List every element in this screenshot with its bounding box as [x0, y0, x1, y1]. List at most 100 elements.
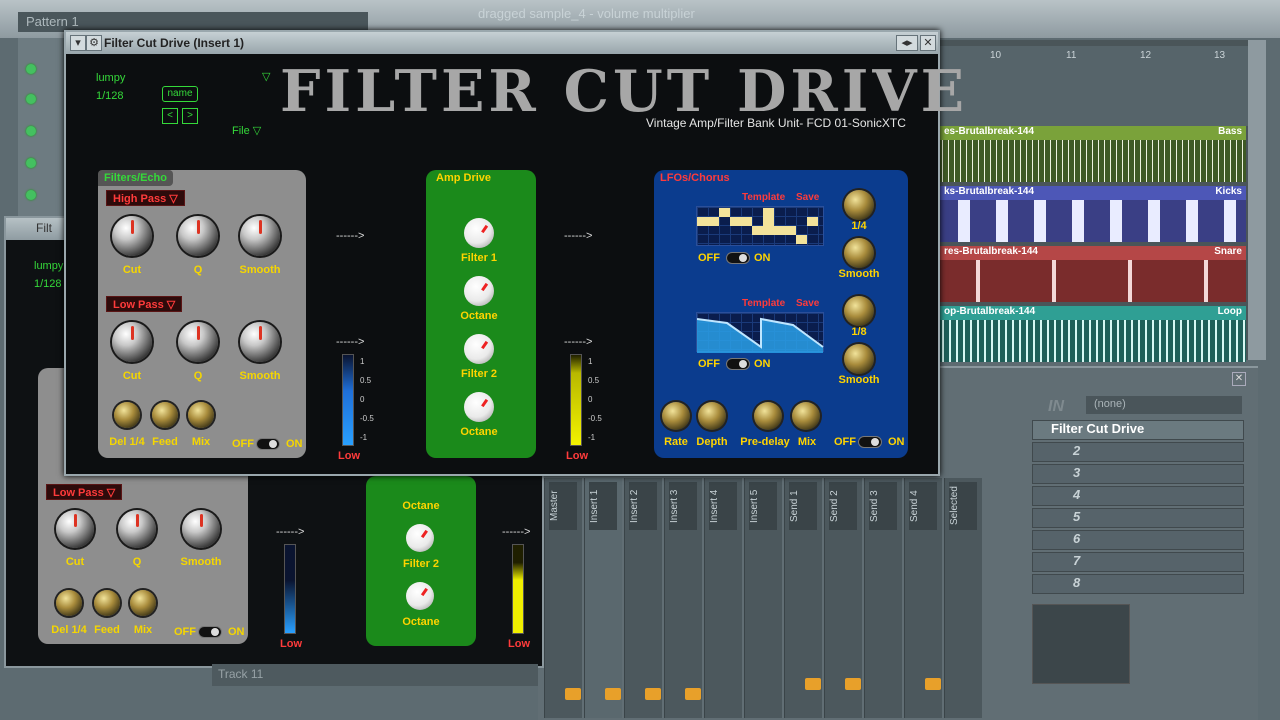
octane2-knob[interactable] — [464, 392, 494, 422]
playlist-track[interactable]: ks-Brutalbreak-144 Kicks — [940, 186, 1246, 242]
mixer-strip[interactable]: Master — [544, 478, 582, 718]
channel-led[interactable] — [26, 190, 36, 200]
channel-led[interactable] — [26, 94, 36, 104]
playlist-track[interactable]: op-Brutalbreak-144 Loop — [940, 306, 1246, 362]
insert-slot[interactable]: 6 — [1032, 530, 1244, 550]
lfo1-smooth-knob[interactable] — [844, 238, 874, 268]
name-button[interactable]: name — [162, 86, 198, 102]
hp-cut-knob[interactable] — [112, 216, 152, 256]
playlist-track[interactable]: es-Brutalbreak-144 Bass — [940, 126, 1246, 182]
back-smooth-knob[interactable] — [182, 510, 220, 548]
insert-slot[interactable]: 2 — [1032, 442, 1244, 462]
mix-knob[interactable] — [188, 402, 214, 428]
feed-knob[interactable] — [152, 402, 178, 428]
filter2-knob[interactable] — [464, 334, 494, 364]
close-icon[interactable]: ✕ — [920, 35, 936, 51]
mixer-strip[interactable]: Insert 1 — [584, 478, 622, 718]
prev-preset-button[interactable]: < — [162, 108, 178, 124]
playlist-scrollbar[interactable] — [1248, 40, 1266, 360]
chorus-predelay-knob[interactable] — [754, 402, 782, 430]
next-preset-button[interactable]: > — [182, 108, 198, 124]
back-lowpass-select[interactable]: Low Pass ▽ — [46, 484, 123, 500]
back-delay-knob[interactable] — [56, 590, 82, 616]
back-octane2-knob[interactable] — [406, 582, 434, 610]
hp-q-knob[interactable] — [178, 216, 218, 256]
lp-smooth-knob[interactable] — [240, 322, 280, 362]
signal-arrow: ------> — [336, 336, 365, 348]
back-echo-toggle[interactable] — [198, 626, 222, 638]
insert-slot[interactable]: 7 — [1032, 552, 1244, 572]
plugin-icon[interactable]: ⚙ — [86, 35, 102, 51]
insert-slot-1[interactable]: Filter Cut Drive — [1032, 420, 1244, 440]
delay-knob[interactable] — [114, 402, 140, 428]
lfo2-smooth-knob[interactable] — [844, 344, 874, 374]
back-filter2-label: Filter 2 — [402, 558, 440, 570]
lfo1-save-button[interactable]: Save — [796, 192, 819, 203]
chorus-rate-knob[interactable] — [662, 402, 690, 430]
ruler-mark: 12 — [1140, 50, 1152, 61]
file-menu[interactable]: File ▽ — [232, 124, 261, 137]
insert-slot[interactable]: 5 — [1032, 508, 1244, 528]
lowpass-select[interactable]: Low Pass ▽ — [106, 296, 183, 312]
hp-cut-label: Cut — [122, 264, 142, 276]
chorus-mix-knob[interactable] — [792, 402, 820, 430]
mixer-strip[interactable]: Send 2 — [824, 478, 862, 718]
hp-smooth-knob[interactable] — [240, 216, 280, 256]
lfo2-waveform — [697, 317, 824, 353]
mixer-strip[interactable]: Selected — [944, 478, 982, 718]
close-icon[interactable]: ✕ — [1232, 372, 1246, 386]
insert-slot[interactable]: 8 — [1032, 574, 1244, 594]
lfo2-save-button[interactable]: Save — [796, 298, 819, 309]
eq-graph[interactable] — [1032, 604, 1130, 684]
lfo2-template-button[interactable]: Template — [742, 298, 785, 309]
octane1-knob[interactable] — [464, 276, 494, 306]
window-menu-icon[interactable]: ▾ — [70, 35, 86, 51]
lfo1-step-grid[interactable] — [696, 206, 824, 246]
mixer-strip[interactable]: Insert 5 — [744, 478, 782, 718]
clip-tag: Snare — [1214, 246, 1242, 257]
chorus-toggle[interactable] — [858, 436, 882, 448]
ruler-mark: 11 — [1066, 50, 1077, 61]
mixer-strip[interactable]: Send 1 — [784, 478, 822, 718]
meter-low-label: Low — [338, 450, 360, 462]
filter1-knob[interactable] — [464, 218, 494, 248]
back-mix-knob[interactable] — [130, 590, 156, 616]
channel-led[interactable] — [26, 64, 36, 74]
playlist-track[interactable]: res-Brutalbreak-144 Snare — [940, 246, 1246, 302]
lfo1-rate-knob[interactable] — [844, 190, 874, 220]
mixer-strip[interactable]: Insert 2 — [624, 478, 662, 718]
lp-q-knob[interactable] — [178, 322, 218, 362]
arrows-icon[interactable]: ◂▸ — [896, 35, 918, 51]
lfo1-template-button[interactable]: Template — [742, 192, 785, 203]
mixer-strip[interactable]: Send 3 — [864, 478, 902, 718]
back-cut-knob[interactable] — [56, 510, 94, 548]
lfo2-toggle[interactable] — [726, 358, 750, 370]
channel-led[interactable] — [26, 126, 36, 136]
back-filter2-knob[interactable] — [406, 524, 434, 552]
insert-slot[interactable]: 3 — [1032, 464, 1244, 484]
pattern-selector[interactable]: Pattern 1 — [18, 12, 368, 32]
lp-smooth-label: Smooth — [239, 370, 281, 382]
back-feed-knob[interactable] — [94, 590, 120, 616]
clip-name: ks-Brutalbreak-144 — [944, 186, 1035, 197]
window-titlebar[interactable]: ▾ ⚙ Filter Cut Drive (Insert 1) ◂▸ ✕ — [66, 32, 938, 54]
mixer-strip[interactable]: Insert 3 — [664, 478, 702, 718]
mixer-strip[interactable]: Send 4 — [904, 478, 942, 718]
back-q-knob[interactable] — [118, 510, 156, 548]
highpass-select[interactable]: High Pass ▽ — [106, 190, 185, 206]
preset-dropdown-icon[interactable]: ▽ — [262, 70, 270, 83]
back-delay-label: Del 1/4 — [51, 624, 87, 636]
echo-toggle[interactable] — [256, 438, 280, 450]
lp-cut-knob[interactable] — [112, 322, 152, 362]
input-select[interactable]: (none) — [1086, 396, 1242, 414]
back-mix-label: Mix — [133, 624, 153, 636]
lfo2-wave-grid[interactable] — [696, 312, 824, 353]
chorus-predelay-label: Pre-delay — [740, 436, 790, 448]
chorus-depth-knob[interactable] — [698, 402, 726, 430]
insert-slot[interactable]: 4 — [1032, 486, 1244, 506]
mixer-strip[interactable]: Insert 4 — [704, 478, 742, 718]
lfo1-toggle[interactable] — [726, 252, 750, 264]
clip-tag: Kicks — [1215, 186, 1242, 197]
channel-led[interactable] — [26, 158, 36, 168]
lfo2-rate-knob[interactable] — [844, 296, 874, 326]
